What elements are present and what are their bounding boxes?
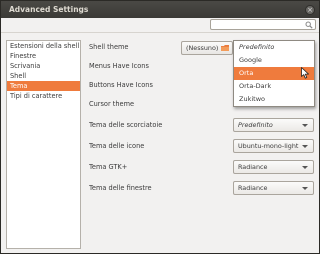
dropdown-option-google[interactable]: Google — [234, 54, 314, 67]
advanced-settings-window: Advanced Settings × Estensioni della she… — [0, 0, 320, 254]
gtk-theme-value: Radiance — [238, 163, 268, 171]
icon-theme-combo[interactable]: Ubuntu-mono-light — [233, 139, 314, 153]
shortcut-theme-combo[interactable]: Predefinito — [233, 118, 314, 132]
icon-theme-label: Tema delle icone — [89, 142, 145, 150]
shell-theme-file-button[interactable]: (Nessuno) — [181, 41, 233, 55]
search-input[interactable] — [211, 20, 301, 29]
gtk-theme-combo[interactable]: Radiance — [233, 160, 314, 174]
search-field[interactable] — [210, 19, 316, 30]
sidebar-item-shell[interactable]: Shell — [7, 71, 80, 81]
cursor-theme-label: Cursor theme — [89, 100, 135, 108]
menus-have-icons-label: Menus Have Icons — [89, 62, 149, 70]
titlebar[interactable]: Advanced Settings × — [1, 1, 319, 18]
window-theme-value: Radiance — [238, 184, 268, 192]
search-icon — [305, 21, 313, 29]
sidebar-item-tipi-di-carattere[interactable]: Tipi di carattere — [7, 91, 80, 101]
window-theme-combo[interactable]: Radiance — [233, 181, 314, 195]
mouse-pointer-icon — [301, 67, 309, 79]
gtk-theme-label: Tema GTK+ — [89, 163, 128, 171]
dropdown-option-predefinito[interactable]: Predefinito — [234, 41, 314, 54]
chevron-down-icon — [302, 187, 308, 190]
window-title: Advanced Settings — [9, 5, 89, 14]
dropdown-option-zukitwo[interactable]: Zukitwo — [234, 93, 314, 106]
shell-theme-label: Shell theme — [89, 43, 129, 51]
sidebar-item-scrivania[interactable]: Scrivania — [7, 61, 80, 71]
shortcut-theme-label: Tema delle scorciatoie — [89, 121, 163, 129]
sidebar-item-finestre[interactable]: Finestre — [7, 51, 80, 61]
chevron-down-icon — [302, 145, 308, 148]
close-icon: × — [307, 6, 313, 14]
shell-theme-button-label: (Nessuno) — [186, 44, 219, 52]
chevron-down-icon — [302, 124, 308, 127]
sidebar-item-estensioni[interactable]: Estensioni della shell — [7, 41, 80, 51]
icon-theme-value: Ubuntu-mono-light — [238, 142, 299, 150]
folder-icon — [221, 45, 229, 51]
window-theme-label: Tema delle finestre — [89, 184, 152, 192]
shortcut-theme-value: Predefinito — [238, 121, 273, 129]
close-button[interactable]: × — [305, 5, 315, 15]
chevron-down-icon — [302, 166, 308, 169]
dropdown-option-orta-dark[interactable]: Orta-Dark — [234, 80, 314, 93]
sidebar: Estensioni della shell Finestre Scrivani… — [6, 40, 81, 249]
sidebar-item-tema[interactable]: Tema — [7, 81, 80, 91]
buttons-have-icons-label: Buttons Have Icons — [89, 81, 153, 89]
header-separator — [1, 32, 319, 33]
